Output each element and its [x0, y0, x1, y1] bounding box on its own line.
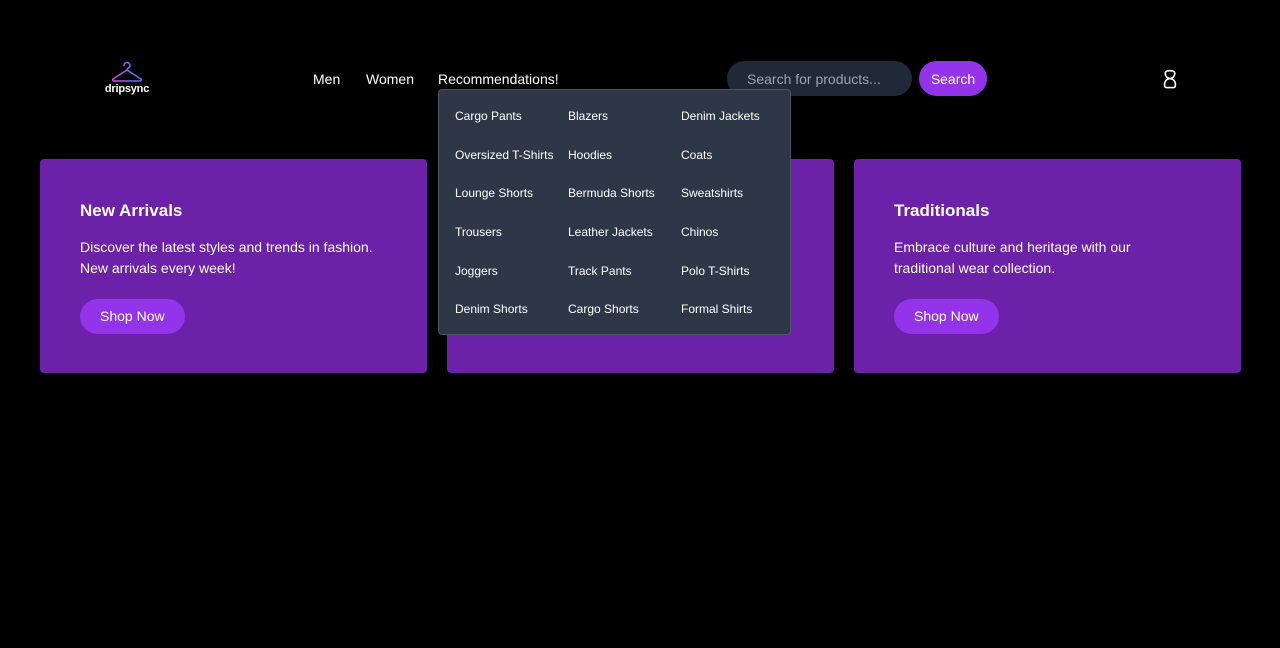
card-description: Embrace culture and heritage with our tr…	[894, 239, 1131, 276]
dropdown-item-oversized-t-shirts[interactable]: Oversized T-Shirts	[455, 146, 568, 185]
page: dripsync Men Women Recommendations! Sear…	[0, 0, 1280, 648]
user-icon[interactable]	[1161, 69, 1179, 89]
shop-now-button[interactable]: Shop Now	[894, 299, 999, 334]
card-title: Traditionals	[894, 201, 990, 220]
nav-women[interactable]: Women	[366, 70, 414, 88]
dropdown-item-bermuda-shorts[interactable]: Bermuda Shorts	[568, 184, 681, 223]
dropdown-item-lounge-shorts[interactable]: Lounge Shorts	[455, 184, 568, 223]
dropdown-item-denim-shorts[interactable]: Denim Shorts	[455, 300, 568, 339]
brand-logo[interactable]: dripsync	[104, 60, 150, 96]
card-description: Discover the latest styles and trends in…	[80, 239, 373, 276]
shop-now-button[interactable]: Shop Now	[80, 299, 185, 334]
hanger-icon	[111, 61, 143, 82]
dropdown-item-joggers[interactable]: Joggers	[455, 262, 568, 301]
dropdown-item-hoodies[interactable]: Hoodies	[568, 146, 681, 185]
card-title: New Arrivals	[80, 201, 183, 220]
dropdown-item-cargo-shorts[interactable]: Cargo Shorts	[568, 300, 681, 339]
dropdown-item-sweatshirts[interactable]: Sweatshirts	[681, 184, 794, 223]
recommendations-dropdown: Cargo Pants Blazers Denim Jackets Oversi…	[438, 89, 791, 335]
dropdown-item-denim-jackets[interactable]: Denim Jackets	[681, 107, 794, 146]
dropdown-item-cargo-pants[interactable]: Cargo Pants	[455, 107, 568, 146]
nav-recommendations[interactable]: Recommendations!	[438, 70, 559, 88]
dropdown-item-formal-shirts[interactable]: Formal Shirts	[681, 300, 794, 339]
dropdown-item-trousers[interactable]: Trousers	[455, 223, 568, 262]
dropdown-item-coats[interactable]: Coats	[681, 146, 794, 185]
search-button[interactable]: Search	[919, 61, 987, 96]
dropdown-item-chinos[interactable]: Chinos	[681, 223, 794, 262]
promo-card-new-arrivals: New Arrivals Discover the latest styles …	[40, 159, 427, 373]
dropdown-grid: Cargo Pants Blazers Denim Jackets Oversi…	[455, 107, 794, 339]
nav-men[interactable]: Men	[313, 70, 340, 88]
dropdown-item-polo-t-shirts[interactable]: Polo T-Shirts	[681, 262, 794, 301]
promo-card-traditionals: Traditionals Embrace culture and heritag…	[854, 159, 1241, 373]
dropdown-item-track-pants[interactable]: Track Pants	[568, 262, 681, 301]
dropdown-item-blazers[interactable]: Blazers	[568, 107, 681, 146]
brand-name: dripsync	[104, 83, 150, 95]
dropdown-item-leather-jackets[interactable]: Leather Jackets	[568, 223, 681, 262]
